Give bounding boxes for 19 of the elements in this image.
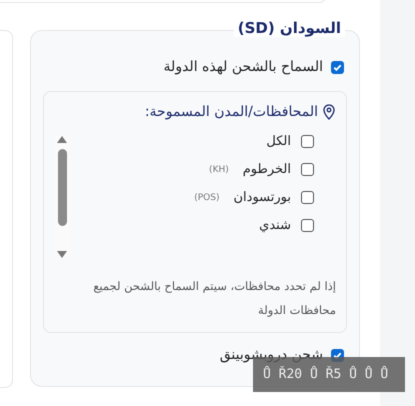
- checkbox[interactable]: [331, 60, 344, 74]
- checkbox[interactable]: [301, 163, 314, 176]
- scroll-up-icon[interactable]: [57, 136, 67, 143]
- region-label: الخرطوم: [242, 162, 291, 177]
- overlay-toast: Ů Ř20 Ů Ř5 Ů Ů Ů: [253, 357, 405, 392]
- scroll-down-icon[interactable]: [57, 251, 67, 258]
- region-label: بورتسودان: [234, 190, 291, 205]
- regions-heading: المحافظات/المدن المسموحة:: [144, 104, 318, 120]
- checkbox[interactable]: [301, 135, 314, 148]
- region-label: الكل: [266, 134, 291, 149]
- checkbox[interactable]: [301, 191, 314, 204]
- checkbox-label: السماح بالشحن لهذه الدولة: [164, 59, 323, 75]
- region-label: شندي: [259, 218, 291, 233]
- region-code: (KH): [209, 164, 229, 174]
- region-code: (POS): [194, 192, 220, 202]
- hint-text: إذا لم تحدد محافظات، سيتم السماح بالشحن لجميع محافظات الدولة: [92, 278, 336, 319]
- section-title: السودان (SD): [234, 19, 345, 37]
- checkbox[interactable]: [301, 219, 314, 232]
- location-pin-icon: [322, 104, 336, 120]
